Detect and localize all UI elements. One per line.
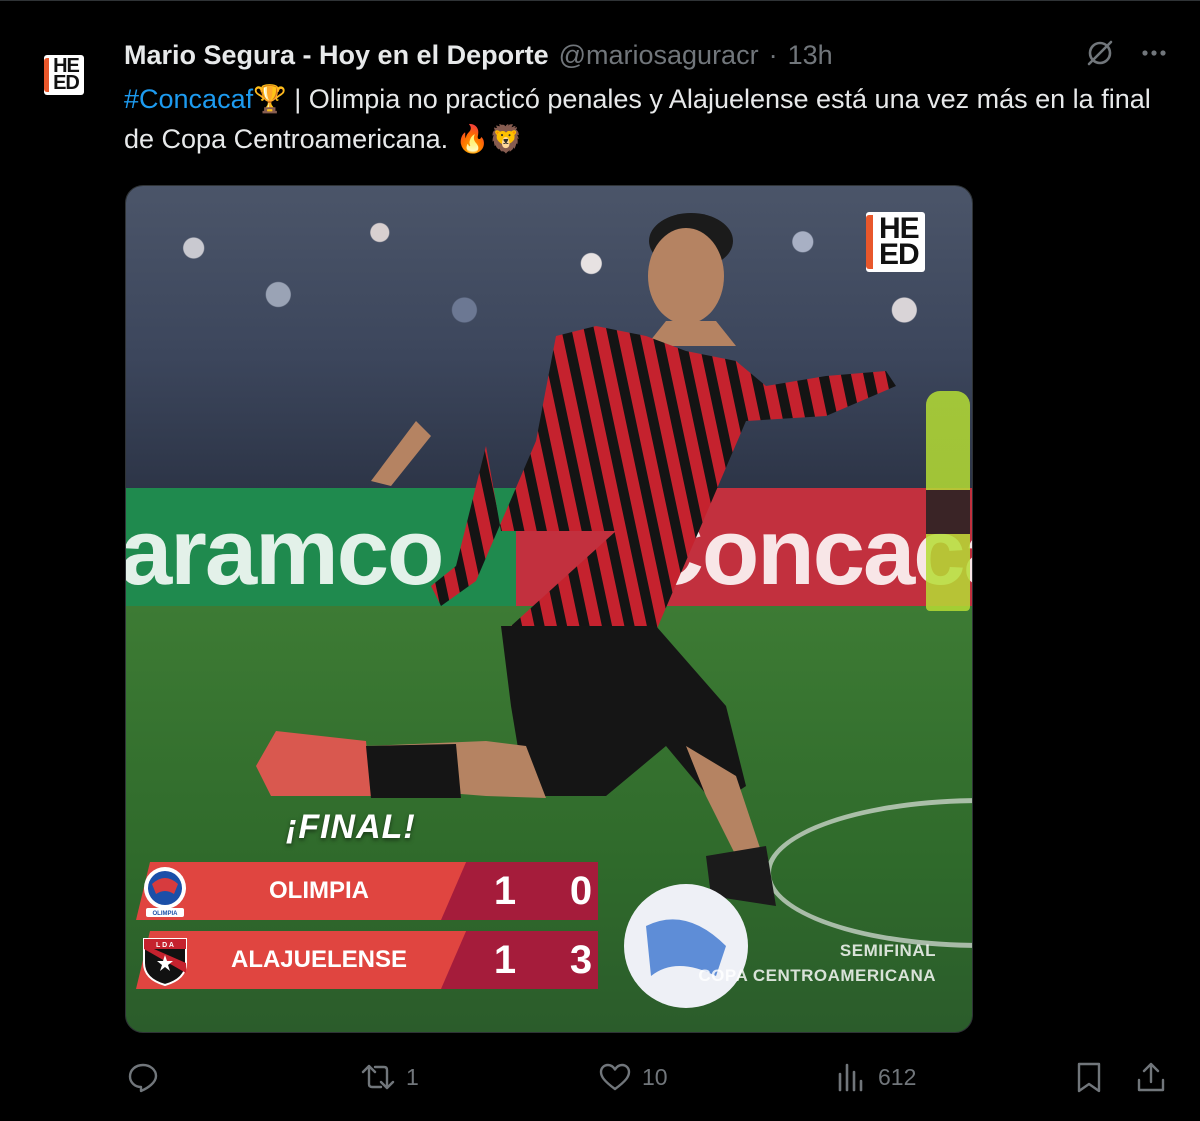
author-handle[interactable]: @mariosaguracr <box>559 40 759 71</box>
bookmark-button[interactable] <box>1072 1057 1106 1097</box>
like-button[interactable]: 10 <box>598 1057 668 1097</box>
author-avatar[interactable]: HE ED <box>34 47 94 103</box>
share-icon <box>1134 1060 1168 1094</box>
reply-button[interactable] <box>126 1057 170 1097</box>
author-name[interactable]: Mario Segura - Hoy en el Deporte <box>124 40 549 71</box>
fire-lion-emojis: 🔥🦁 <box>455 124 523 154</box>
team-name: OLIMPIA <box>269 877 369 904</box>
tweet-media-image[interactable]: aramco Concacaf <box>125 185 973 1033</box>
stage-line-2: COPA CENTROAMERICANA <box>698 966 936 985</box>
tweet-actions: 1 10 612 <box>126 1057 1170 1097</box>
team-name: ALAJUELENSE <box>230 946 408 973</box>
score-leg-2: 3 <box>569 938 593 982</box>
svg-text:L D A: L D A <box>156 942 174 949</box>
stage-line-1: SEMIFINAL <box>839 941 936 960</box>
views-icon <box>834 1060 868 1094</box>
alajuelense-crest-icon: L D A <box>143 938 187 987</box>
retweet-button[interactable]: 1 <box>360 1057 419 1097</box>
trophy-emoji: 🏆 <box>253 84 287 114</box>
tweet-text: #Concacaf🏆 | Olimpia no practicó penales… <box>124 79 1174 159</box>
tweet-card[interactable]: HE ED Mario Segura - Hoy en el Deporte @… <box>0 0 1200 1121</box>
tweet-header: Mario Segura - Hoy en el Deporte @marios… <box>124 37 833 73</box>
score-leg-1: 1 <box>493 869 517 913</box>
final-label: ¡FINAL! <box>286 808 416 846</box>
score-leg-1: 1 <box>493 938 517 982</box>
tweet-timestamp[interactable]: 13h <box>788 40 833 71</box>
bookmark-icon <box>1072 1060 1106 1094</box>
stage-label: SEMIFINAL COPA CENTROAMERICANA <box>698 938 936 988</box>
like-count: 10 <box>642 1063 668 1090</box>
media-heed-logo: HE ED <box>866 212 925 272</box>
retweet-count: 1 <box>406 1063 419 1090</box>
views-count: 612 <box>878 1063 917 1090</box>
more-icon[interactable] <box>1138 37 1170 69</box>
score-row-alajuelense: L D A ALAJUELENSE 1 3 <box>136 931 598 989</box>
share-button[interactable] <box>1134 1057 1168 1097</box>
olimpia-crest-icon: OLIMPIA <box>144 867 186 917</box>
hashtag-link[interactable]: #Concacaf <box>124 84 253 114</box>
svg-text:OLIMPIA: OLIMPIA <box>153 911 179 917</box>
grok-icon[interactable] <box>1084 37 1116 69</box>
logo-text-bottom: ED <box>53 72 80 94</box>
header-separator: · <box>768 39 778 70</box>
retweet-icon <box>360 1060 396 1094</box>
like-icon <box>598 1060 632 1094</box>
tweet-top-actions <box>1084 37 1170 69</box>
heed-logo: HE ED <box>44 54 84 96</box>
score-leg-2: 0 <box>569 869 593 913</box>
reply-icon <box>126 1060 160 1094</box>
score-row-olimpia: OLIMPIA OLIMPIA 1 0 <box>136 862 598 920</box>
views-button[interactable]: 612 <box>834 1057 916 1097</box>
